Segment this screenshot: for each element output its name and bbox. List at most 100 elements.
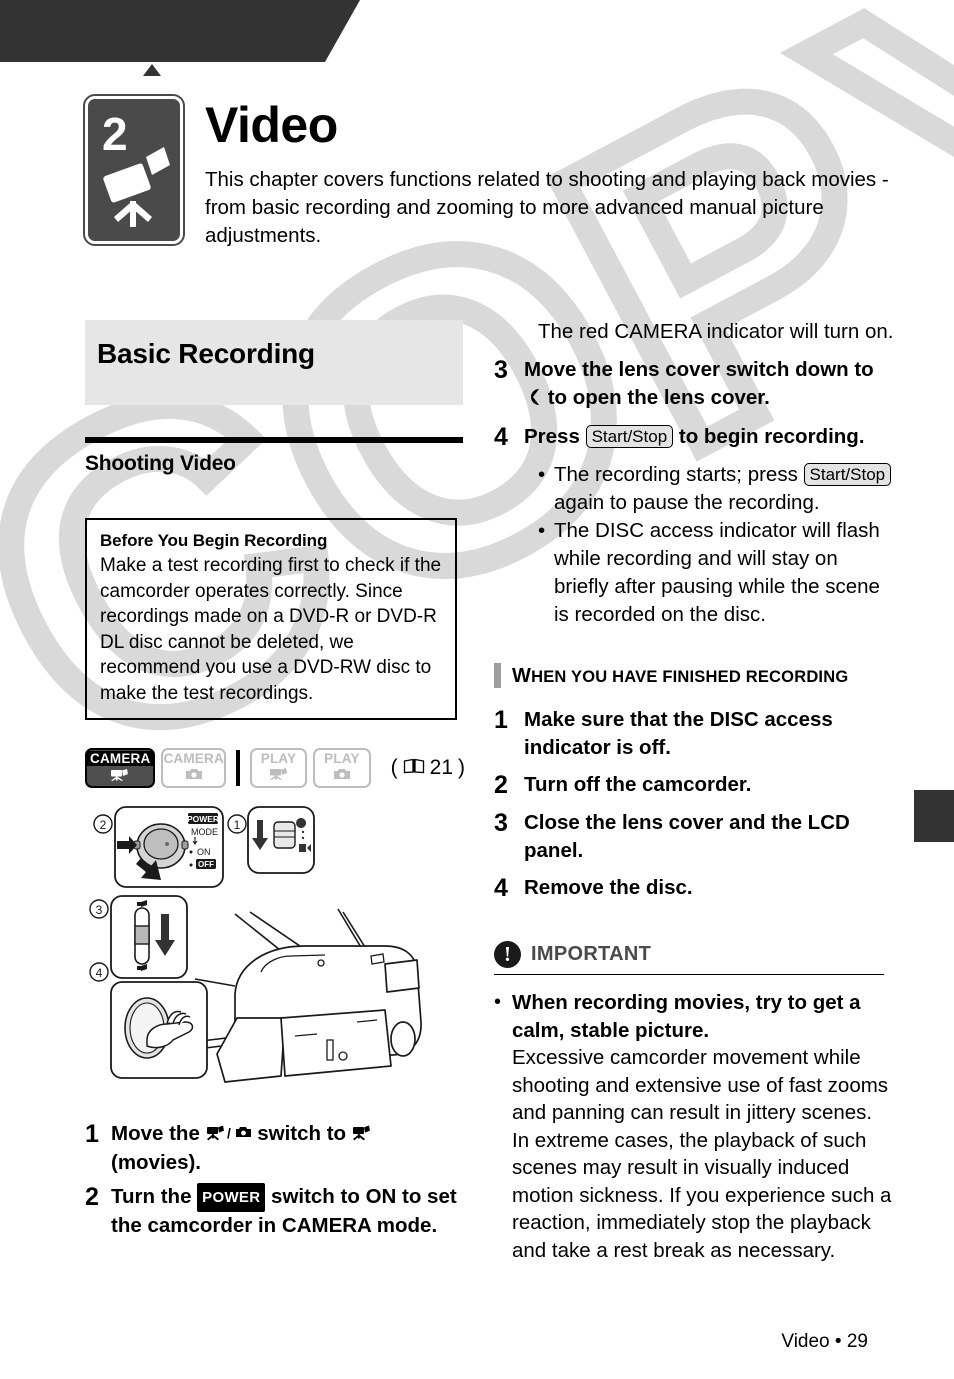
mode-indicator-row: CAMERA CAMERA PLAY PLAY (21) (85, 748, 465, 788)
step-text: Turn off the camcorder. (524, 773, 752, 796)
infobox-body: Make a test recording first to check if … (100, 555, 442, 704)
photo-icon (333, 768, 351, 784)
mode-group-divider (235, 750, 240, 786)
movie-photo-switch-icon: / (206, 1122, 252, 1149)
step-text: Turn the POWER switch to ON to set the c… (111, 1183, 465, 1239)
step-2: 2 Turn the POWER switch to ON to set the… (85, 1183, 465, 1239)
svg-text:1: 1 (234, 818, 241, 832)
step-number: 2 (85, 1183, 99, 1211)
svg-text:POWER: POWER (187, 814, 219, 824)
step-text-a: Turn the (111, 1185, 198, 1208)
movie-icon (109, 769, 131, 785)
step-3: 3 Move the lens cover switch down to to … (494, 356, 894, 414)
important-bold-text: When recording movies, try to get a calm… (512, 991, 861, 1042)
active-chapter-arrow (143, 64, 161, 76)
movie-icon (268, 768, 290, 784)
bullet-dot: • (538, 519, 546, 542)
bullet-item: • The DISC access indicator will flash w… (538, 517, 894, 629)
svg-text:OFF: OFF (198, 860, 214, 869)
camcorder-diagram: 1 2 POWER MODE ON OFF 3 4 (85, 804, 463, 1104)
when-finished-heading: WHEN YOU HAVE FINISHED RECORDING (494, 663, 894, 688)
subsection-rule (85, 437, 463, 443)
subsection-title: Shooting Video (85, 452, 236, 475)
mode-badge-play-photo: PLAY (313, 748, 371, 788)
right-column: The red CAMERA indicator will turn on. 3… (494, 318, 894, 1264)
mode-badge-label: CAMERA (87, 750, 154, 767)
step-number: 1 (494, 706, 508, 734)
when-step-4: 4 Remove the disc. (494, 874, 894, 903)
section-title: Basic Recording (97, 338, 315, 369)
book-icon (403, 756, 425, 780)
section-heading-box: Basic Recording (85, 320, 463, 405)
step-text-a: Move the (111, 1122, 206, 1145)
important-paragraph: Excessive camcorder movement while shoot… (512, 1046, 892, 1262)
paren-close: ) (458, 756, 465, 779)
bullet-dot: • (538, 463, 546, 486)
step-text-c: (movies). (111, 1151, 201, 1174)
when-finished-title: WHEN YOU HAVE FINISHED RECORDING (512, 663, 848, 688)
photo-icon (185, 768, 203, 784)
bullet-dot: • (494, 991, 502, 1013)
important-rule (494, 974, 884, 975)
bullet-text-a: The recording starts; press (554, 463, 804, 486)
footer-chapter: Video (781, 1331, 830, 1352)
step-text: Close the lens cover and the LCD panel. (524, 811, 850, 862)
left-steps: 1 Move the / switch to (movies). 2 Turn … (85, 1120, 465, 1239)
mode-badge-camera-photo: CAMERA (161, 748, 226, 788)
bullet-text: The DISC access indicator will flash whi… (554, 519, 880, 626)
step-text-b: to open the lens cover. (542, 386, 770, 409)
when-step-2: 2 Turn off the camcorder. (494, 771, 894, 800)
page-footer: Video • 29 (781, 1331, 868, 1353)
infobox-title: Before You Begin Recording (100, 531, 328, 550)
step-text: Make sure that the DISC access indicator… (524, 708, 833, 759)
svg-text:/: / (227, 1125, 231, 1141)
step-text: Press Start/Stop to begin recording. (524, 423, 865, 452)
step-number: 4 (494, 423, 508, 451)
page-reference: ( 21 ) (391, 756, 465, 780)
step-text: Move the / switch to (movies). (111, 1120, 465, 1176)
chapter-nav-banner (0, 0, 360, 62)
step-4: 4 Press Start/Stop to begin recording. (494, 423, 894, 452)
page-reference-number: 21 (429, 756, 453, 779)
start-stop-button[interactable]: Start/Stop (803, 463, 892, 486)
power-switch-label: POWER (197, 1183, 266, 1212)
step-number: 3 (494, 356, 508, 384)
when-finished-steps: 1 Make sure that the DISC access indicat… (494, 706, 894, 903)
bullet-text: The recording starts; press Start/Stop a… (554, 461, 894, 517)
heading-accent-bar (494, 663, 501, 688)
when-step-1: 1 Make sure that the DISC access indicat… (494, 706, 894, 762)
important-body: • When recording movies, try to get a ca… (494, 989, 894, 1264)
footer-separator: • (834, 1331, 842, 1352)
heading-smallcaps: HEN YOU HAVE FINISHED RECORDING (531, 668, 849, 686)
step-text: Move the lens cover switch down to to op… (524, 356, 894, 414)
mode-badge-play-movie: PLAY (249, 748, 308, 788)
step-number: 3 (494, 809, 508, 837)
start-stop-button[interactable]: Start/Stop (585, 425, 674, 448)
svg-text:ON: ON (197, 847, 211, 857)
mode-badge-label: PLAY (260, 750, 297, 766)
step-text-a: Move the lens cover switch down to (524, 358, 874, 381)
bullet-item: • The recording starts; press Start/Stop… (538, 461, 894, 517)
important-heading: ! IMPORTANT (494, 941, 894, 968)
left-column: Basic Recording Shooting Video Before Yo… (85, 320, 465, 1246)
exclamation-icon: ! (494, 941, 521, 968)
bullet-text-b: again to pause the recording. (554, 491, 820, 514)
step-text: Remove the disc. (524, 876, 693, 899)
footer-page-number: 29 (846, 1331, 868, 1352)
chapter-icon-badge: 2 (83, 94, 185, 246)
page-title: Video (205, 97, 338, 153)
before-you-begin-box: Before You Begin Recording Make a test r… (85, 518, 457, 720)
svg-text:4: 4 (96, 966, 103, 980)
lead-text: The red CAMERA indicator will turn on. (538, 320, 894, 343)
svg-text:MODE: MODE (191, 827, 218, 837)
mode-badge-camera-movie: CAMERA (85, 748, 156, 788)
step-text-b: to begin recording. (673, 425, 865, 448)
mode-badge-label: CAMERA (163, 750, 224, 766)
important-text: When recording movies, try to get a calm… (512, 989, 894, 1264)
when-step-3: 3 Close the lens cover and the LCD panel… (494, 809, 894, 865)
heading-initial: W (512, 665, 532, 687)
chapter-description: This chapter covers functions related to… (205, 168, 889, 247)
step-4-bullets: • The recording starts; press Start/Stop… (494, 461, 894, 629)
svg-text:2: 2 (100, 818, 107, 832)
step-text-a: Press (524, 425, 586, 448)
